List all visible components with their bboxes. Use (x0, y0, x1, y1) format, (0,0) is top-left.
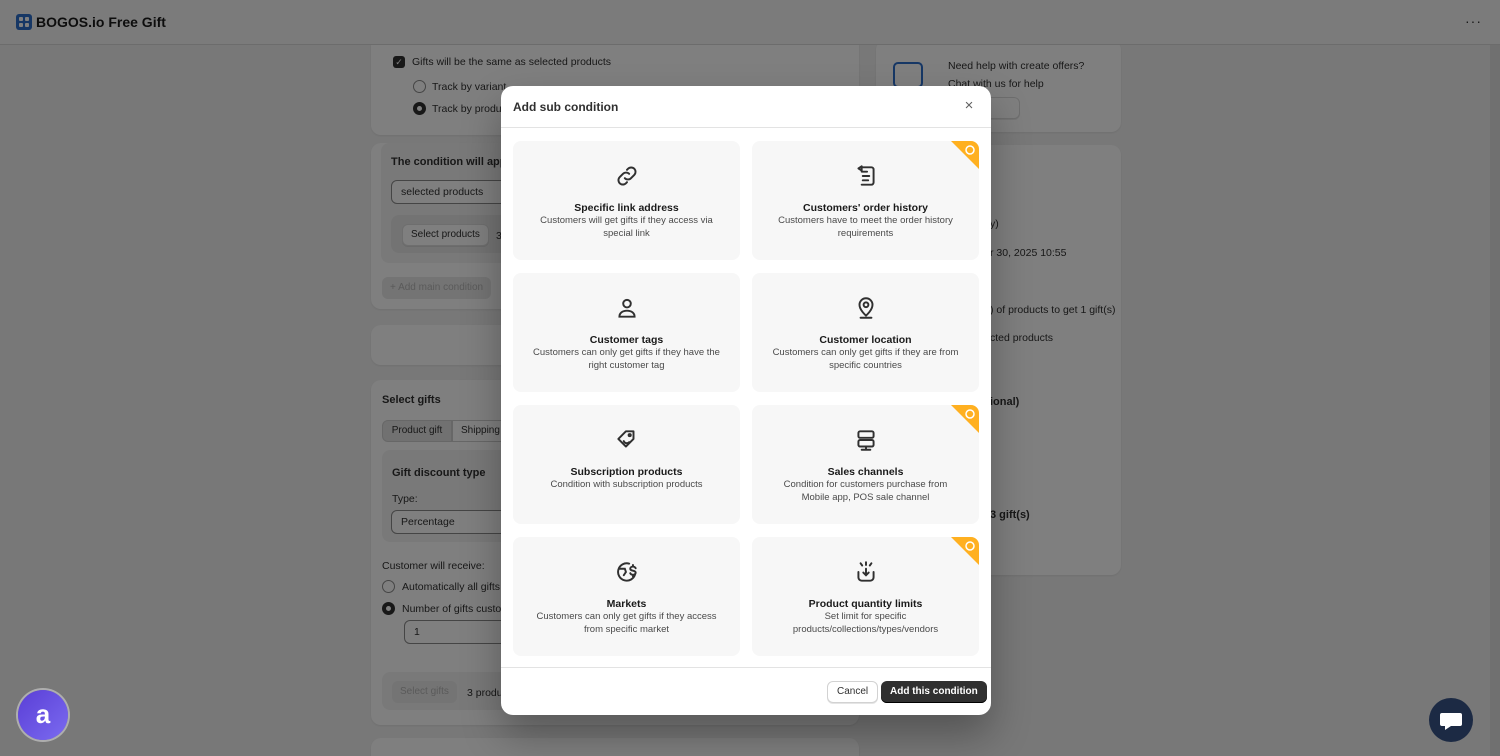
condition-tile-customer-tags[interactable]: Customer tags Customers can only get gif… (513, 273, 740, 392)
order-history-icon (853, 163, 879, 189)
condition-tile-order-history[interactable]: Customers' order history Customers have … (752, 141, 979, 260)
tile-description: Customers will get gifts if they access … (540, 215, 713, 239)
quantity-limit-icon (853, 559, 879, 585)
subscription-tag-icon (614, 427, 640, 453)
tile-title: Customers' order history (802, 202, 929, 214)
link-icon (614, 163, 640, 189)
tile-title: Specific link address (574, 202, 679, 214)
tile-title: Customer location (819, 334, 912, 346)
tile-description: Customers have to meet the order history… (778, 215, 953, 239)
tile-title: Markets (606, 598, 647, 610)
modal-footer: Cancel Add this condition (501, 667, 991, 715)
condition-tile-sales-channels[interactable]: Sales channels Condition for customers p… (752, 405, 979, 524)
tile-title: Subscription products (570, 466, 683, 478)
cancel-button[interactable]: Cancel (827, 681, 879, 703)
add-sub-condition-modal: Add sub condition × Specific link addres… (501, 86, 991, 715)
chat-bubble-icon (1440, 713, 1462, 730)
modal-header: Add sub condition × (501, 86, 991, 128)
tile-title: Customer tags (589, 334, 664, 346)
person-icon (614, 295, 640, 321)
tile-description: Customers can only get gifts if they hav… (533, 347, 720, 371)
condition-tile-customer-location[interactable]: Customer location Customers can only get… (752, 273, 979, 392)
tile-title: Product quantity limits (808, 598, 923, 610)
add-this-condition-button[interactable]: Add this condition (881, 681, 987, 703)
premium-badge-icon (951, 141, 979, 169)
chat-widget-button[interactable] (1429, 698, 1473, 742)
close-icon[interactable]: × (961, 98, 977, 114)
modal-title: Add sub condition (513, 99, 619, 114)
condition-tile-subscription-products[interactable]: Subscription products Condition with sub… (513, 405, 740, 524)
modal-body: Specific link address Customers will get… (501, 128, 991, 667)
tile-description: Customers can only get gifts if they are… (772, 347, 959, 371)
tile-description: Condition with subscription products (550, 479, 703, 490)
globe-dollar-icon (614, 559, 640, 585)
assistant-logo-icon[interactable]: a (18, 690, 68, 740)
condition-grid: Specific link address Customers will get… (513, 141, 979, 656)
tile-title: Sales channels (827, 466, 904, 478)
condition-tile-specific-link[interactable]: Specific link address Customers will get… (513, 141, 740, 260)
premium-badge-icon (951, 537, 979, 565)
sales-channels-icon (853, 427, 879, 453)
premium-badge-icon (951, 405, 979, 433)
condition-tile-product-quantity-limits[interactable]: Product quantity limits Set limit for sp… (752, 537, 979, 656)
condition-tile-markets[interactable]: Markets Customers can only get gifts if … (513, 537, 740, 656)
tile-description: Condition for customers purchase from Mo… (783, 479, 948, 503)
tile-description: Set limit for specific products/collecti… (792, 611, 939, 635)
tile-description: Customers can only get gifts if they acc… (536, 611, 717, 635)
location-pin-icon (853, 295, 879, 321)
